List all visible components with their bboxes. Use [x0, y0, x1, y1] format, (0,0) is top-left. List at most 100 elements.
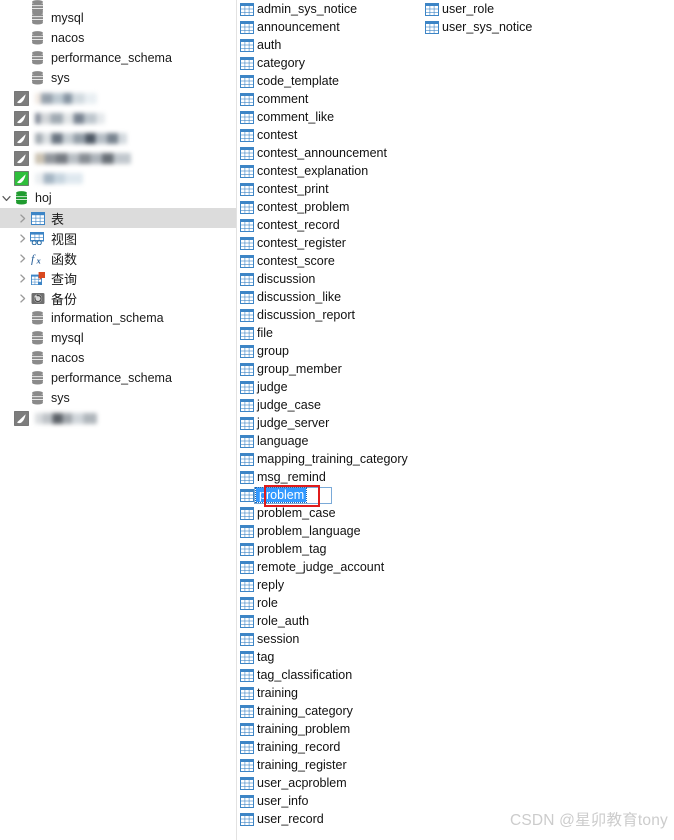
- table-list-item[interactable]: contest: [238, 126, 428, 144]
- database-icon: [29, 328, 46, 348]
- tree-item-mysql[interactable]: mysql: [0, 8, 236, 28]
- table-list-panel[interactable]: admin_sys_notice announcement auth categ…: [238, 0, 674, 840]
- table-list-item[interactable]: training: [238, 684, 428, 702]
- tree-item-performance_schema[interactable]: performance_schema: [0, 48, 236, 68]
- table-list-item[interactable]: training_problem: [238, 720, 428, 738]
- chevron-right-icon[interactable]: [16, 248, 29, 268]
- table-name-label: msg_remind: [257, 470, 326, 484]
- table-list-item[interactable]: contest_problem: [238, 198, 428, 216]
- table-list-item[interactable]: problem_tag: [238, 540, 428, 558]
- table-list-item[interactable]: contest_register: [238, 234, 428, 252]
- tree-item-label: performance_schema: [51, 371, 172, 385]
- table-list-item[interactable]: session: [238, 630, 428, 648]
- table-list-item[interactable]: group_member: [238, 360, 428, 378]
- chevron-right-icon[interactable]: [16, 268, 29, 288]
- table-list-item[interactable]: role_auth: [238, 612, 428, 630]
- tree-item-connection-6[interactable]: [0, 108, 236, 128]
- table-list-column-1[interactable]: admin_sys_notice announcement auth categ…: [238, 0, 428, 828]
- chevron-right-icon[interactable]: [16, 288, 29, 308]
- tree-item-connection-5[interactable]: [0, 88, 236, 108]
- table-list-item[interactable]: user_info: [238, 792, 428, 810]
- table-list-item[interactable]: admin_sys_notice: [238, 0, 428, 18]
- table-list-item[interactable]: category: [238, 54, 428, 72]
- table-list-item[interactable]: remote_judge_account: [238, 558, 428, 576]
- table-grid-icon: [238, 288, 256, 306]
- tree-item-sys[interactable]: sys: [0, 388, 236, 408]
- table-grid-icon: [238, 270, 256, 288]
- table-list-item[interactable]: reply: [238, 576, 428, 594]
- tree-item-connection-8[interactable]: [0, 148, 236, 168]
- table-list-item[interactable]: contest_explanation: [238, 162, 428, 180]
- table-list-item[interactable]: problem_language: [238, 522, 428, 540]
- table-list-item[interactable]: contest_record: [238, 216, 428, 234]
- table-list-item[interactable]: discussion: [238, 270, 428, 288]
- tree-item-label: information_schema: [51, 311, 164, 325]
- tree-item-nacos[interactable]: nacos: [0, 28, 236, 48]
- table-list-column-2[interactable]: user_role user_sys_notice: [423, 0, 613, 36]
- table-grid-icon: [238, 756, 256, 774]
- tree-item-label: sys: [51, 391, 70, 405]
- tree-item-connection-21[interactable]: [0, 408, 236, 428]
- connection-icon: [13, 128, 30, 148]
- table-list-item[interactable]: announcement: [238, 18, 428, 36]
- table-list-item[interactable]: user_record: [238, 810, 428, 828]
- tree-item-information_schema[interactable]: information_schema: [0, 308, 236, 328]
- chevron-down-icon[interactable]: [0, 188, 13, 208]
- table-name-label: contest_announcement: [257, 146, 387, 160]
- tree-item-查询[interactable]: 查询: [0, 268, 236, 288]
- table-list-item[interactable]: judge: [238, 378, 428, 396]
- table-list-item[interactable]: tag: [238, 648, 428, 666]
- database-icon: [29, 308, 46, 328]
- tree-item-connection-7[interactable]: [0, 128, 236, 148]
- table-list-item[interactable]: file: [238, 324, 428, 342]
- table-name-label: group: [257, 344, 289, 358]
- tree-item-sys[interactable]: sys: [0, 68, 236, 88]
- table-list-item[interactable]: auth: [238, 36, 428, 54]
- tree-item-connection-9[interactable]: [0, 168, 236, 188]
- table-list-item[interactable]: judge_server: [238, 414, 428, 432]
- table-list-item[interactable]: contest_announcement: [238, 144, 428, 162]
- table-list-item[interactable]: user_role: [423, 0, 613, 18]
- table-list-item[interactable]: mapping_training_category: [238, 450, 428, 468]
- table-list-item[interactable]: contest_print: [238, 180, 428, 198]
- table-list-item[interactable]: training_register: [238, 756, 428, 774]
- tree-item-备份[interactable]: 备份: [0, 288, 236, 308]
- tree-item-performance_schema[interactable]: performance_schema: [0, 368, 236, 388]
- table-list-item-selected[interactable]: problem: [238, 486, 428, 504]
- tree-item-database-0[interactable]: [0, 0, 236, 14]
- table-list-item[interactable]: tag_classification: [238, 666, 428, 684]
- table-list-item[interactable]: comment_like: [238, 108, 428, 126]
- tree-indent-spacer: [0, 0, 16, 8]
- tree-item-视图[interactable]: 视图: [0, 228, 236, 248]
- table-list-item[interactable]: training_category: [238, 702, 428, 720]
- tree-item-hoj[interactable]: hoj: [0, 188, 236, 208]
- table-list-item[interactable]: problem_case: [238, 504, 428, 522]
- tree-item-表[interactable]: 表: [0, 208, 236, 228]
- table-list-item[interactable]: user_acproblem: [238, 774, 428, 792]
- chevron-right-icon[interactable]: [16, 208, 29, 228]
- table-list-item[interactable]: code_template: [238, 72, 428, 90]
- table-name-label: announcement: [257, 20, 340, 34]
- table-list-item[interactable]: language: [238, 432, 428, 450]
- table-name-label: training_register: [257, 758, 347, 772]
- table-list-item[interactable]: training_record: [238, 738, 428, 756]
- chevron-right-icon[interactable]: [16, 228, 29, 248]
- table-list-item[interactable]: role: [238, 594, 428, 612]
- table-list-item[interactable]: discussion_like: [238, 288, 428, 306]
- table-list-item[interactable]: msg_remind: [238, 468, 428, 486]
- tree-item-mysql[interactable]: mysql: [0, 328, 236, 348]
- table-list-item[interactable]: contest_score: [238, 252, 428, 270]
- table-list-item[interactable]: comment: [238, 90, 428, 108]
- table-list-item[interactable]: user_sys_notice: [423, 18, 613, 36]
- connection-tree-panel[interactable]: mysql nacos performance_schema sys hoj 表…: [0, 0, 237, 840]
- table-grid-icon: [238, 594, 256, 612]
- tree-indent-spacer: [0, 348, 16, 368]
- table-list-item[interactable]: group: [238, 342, 428, 360]
- table-list-item[interactable]: discussion_report: [238, 306, 428, 324]
- tree-item-nacos[interactable]: nacos: [0, 348, 236, 368]
- tree-item-函数[interactable]: f x 函数: [0, 248, 236, 268]
- table-list-item[interactable]: judge_case: [238, 396, 428, 414]
- table-grid-icon: [238, 738, 256, 756]
- table-grid-icon: [238, 468, 256, 486]
